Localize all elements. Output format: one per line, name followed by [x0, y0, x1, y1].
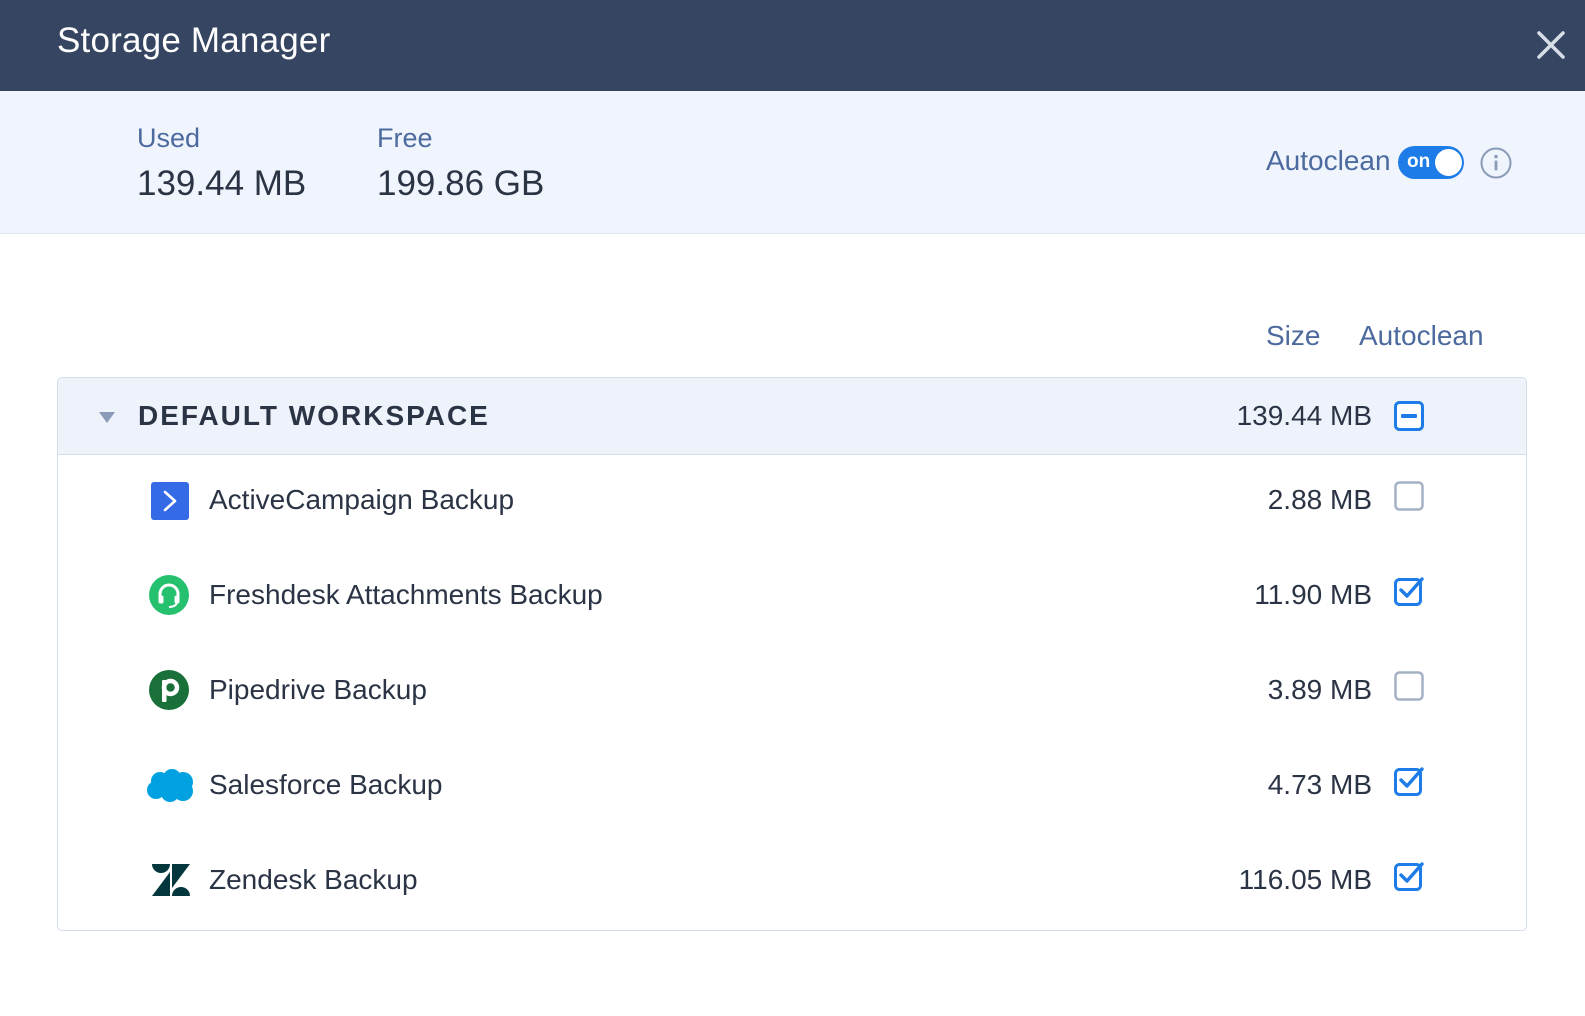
item-size: 3.89 MB: [1267, 674, 1372, 705]
item-autoclean-checkbox[interactable]: [1394, 481, 1424, 511]
item-size: 2.88 MB: [1267, 484, 1372, 515]
item-name: Pipedrive Backup: [209, 674, 427, 705]
column-header-size: Size: [1266, 320, 1321, 351]
item-autoclean-checkbox[interactable]: [1394, 576, 1424, 606]
item-size: 4.73 MB: [1267, 769, 1372, 800]
pipedrive-icon: [148, 669, 190, 711]
autoclean-info-button[interactable]: [1480, 147, 1512, 179]
freshdesk-icon: [148, 574, 190, 616]
item-autoclean-checkbox[interactable]: [1394, 671, 1424, 701]
list-item: Pipedrive Backup 3.89 MB: [58, 645, 1526, 740]
collapse-caret-icon[interactable]: [98, 411, 116, 425]
workspace-panel: DEFAULT WORKSPACE 139.44 MB ActiveCampai…: [57, 377, 1527, 931]
free-value: 199.86 GB: [377, 164, 545, 203]
workspace-autoclean-checkbox[interactable]: [1394, 401, 1424, 431]
toggle-knob: [1435, 149, 1462, 176]
salesforce-icon: [145, 768, 195, 804]
checkbox-checked-icon: [1394, 862, 1424, 891]
list-item: Zendesk Backup 116.05 MB: [58, 835, 1526, 930]
item-name: ActiveCampaign Backup: [209, 484, 515, 515]
close-icon: [1537, 31, 1565, 59]
checkbox-checked-icon: [1394, 767, 1424, 796]
free-label: Free: [377, 123, 433, 153]
item-size: 116.05 MB: [1238, 864, 1372, 895]
used-label: Used: [137, 123, 201, 153]
item-autoclean-checkbox[interactable]: [1394, 861, 1424, 891]
zendesk-icon: [150, 863, 190, 897]
autoclean-global-label: Autoclean: [1266, 145, 1391, 176]
workspace-name: DEFAULT WORKSPACE: [138, 400, 490, 431]
column-header-autoclean: Autoclean: [1359, 320, 1484, 351]
used-value: 139.44 MB: [137, 164, 307, 203]
item-size: 11.90 MB: [1254, 579, 1372, 610]
autoclean-toggle[interactable]: on: [1398, 146, 1464, 179]
checkbox-unchecked-icon: [1394, 671, 1424, 701]
list-item: Freshdesk Attachments Backup 11.90 MB: [58, 550, 1526, 645]
item-name: Salesforce Backup: [209, 769, 443, 800]
checkbox-checked-icon: [1394, 577, 1424, 606]
window-title: Storage Manager: [57, 21, 331, 60]
workspace-size: 139.44 MB: [1236, 400, 1372, 431]
list-item: ActiveCampaign Backup 2.88 MB: [58, 455, 1526, 550]
title-bar: Storage Manager: [0, 0, 1585, 91]
info-icon: [1480, 147, 1512, 179]
checkbox-indeterminate-icon: [1394, 401, 1424, 431]
list-item: Salesforce Backup 4.73 MB: [58, 740, 1526, 835]
item-name: Zendesk Backup: [209, 864, 418, 895]
close-button[interactable]: [1534, 28, 1568, 62]
checkbox-unchecked-icon: [1394, 481, 1424, 511]
workspace-header[interactable]: DEFAULT WORKSPACE 139.44 MB: [58, 378, 1526, 455]
item-name: Freshdesk Attachments Backup: [209, 579, 603, 610]
toggle-state-text: on: [1407, 151, 1431, 172]
item-autoclean-checkbox[interactable]: [1394, 766, 1424, 796]
activecampaign-icon: [150, 481, 190, 521]
